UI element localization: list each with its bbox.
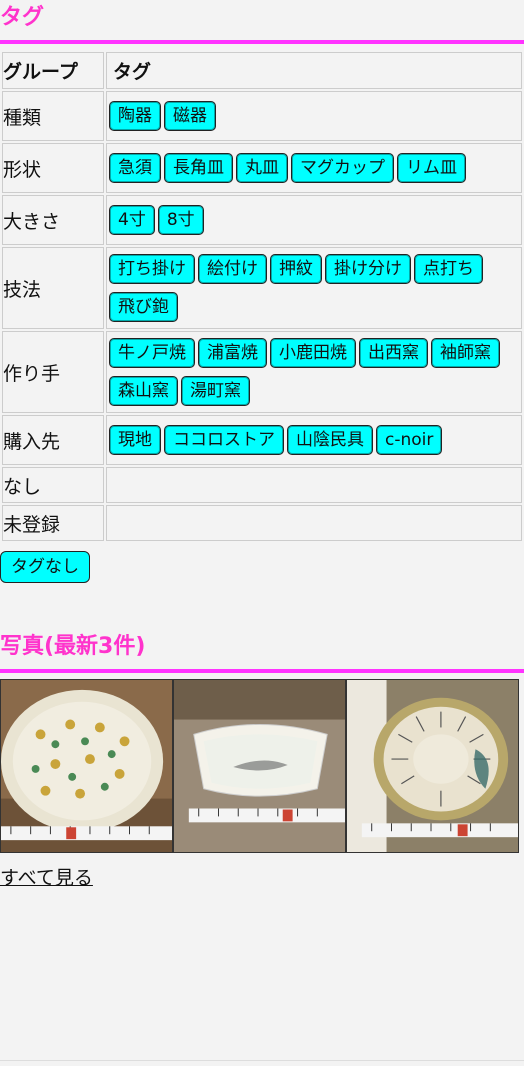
- rectangular-dish-image: [174, 680, 345, 852]
- tag-group-name: 形状: [2, 143, 104, 193]
- photo-grid: [0, 679, 524, 853]
- tag-chip[interactable]: 陶器: [109, 101, 161, 131]
- tag-chip[interactable]: 打ち掛け: [109, 254, 195, 284]
- tag-group-row: 形状 急須 長角皿 丸皿 マグカップ リム皿: [2, 143, 522, 193]
- tag-list: [106, 505, 522, 541]
- tag-group-label: 購入先: [3, 430, 61, 453]
- tag-group-row: 大きさ 4寸 8寸: [2, 195, 522, 245]
- tag-chip[interactable]: 8寸: [157, 205, 204, 235]
- tag-table-header-row: グループ タグ: [2, 52, 522, 89]
- tag-group-name: 大きさ: [2, 195, 104, 245]
- tag-list: 打ち掛け 絵付け 押紋 掛け分け 点打ち飛び鉋: [106, 247, 522, 329]
- tag-chip[interactable]: 袖師窯: [431, 338, 500, 368]
- photos-section: 写真(最新3件) すべて見る: [0, 629, 524, 890]
- tag-chip[interactable]: リム皿: [397, 153, 466, 183]
- tag-chip[interactable]: 小鹿田焼: [270, 338, 356, 368]
- tag-chip[interactable]: 森山窯: [109, 376, 178, 406]
- tag-chip[interactable]: 押紋: [270, 254, 322, 284]
- tag-chip[interactable]: 牛ノ戸焼: [109, 338, 195, 368]
- tag-chip[interactable]: 4寸: [109, 205, 155, 235]
- tag-table: グループ タグ 種類 陶器 磁器 形状 急須 長角皿 丸皿 マグカップ リム皿 大きさ 4寸 8寸 技法…: [0, 50, 524, 543]
- tag-group-label: 形状: [3, 158, 42, 181]
- tag-group-row: 種類 陶器 磁器: [2, 91, 522, 141]
- tag-group-row: 作り手 牛ノ戸焼 浦富焼 小鹿田焼 出西窯 袖師窯森山窯 湯町窯: [2, 331, 522, 413]
- tag-group-name: 購入先: [2, 415, 104, 465]
- tag-group-name: なし: [2, 467, 104, 503]
- tag-list: 牛ノ戸焼 浦富焼 小鹿田焼 出西窯 袖師窯森山窯 湯町窯: [106, 331, 522, 413]
- tag-list: 急須 長角皿 丸皿 マグカップ リム皿: [106, 143, 522, 193]
- photo-thumbnail-3[interactable]: [346, 679, 519, 853]
- tag-chip[interactable]: 点打ち: [414, 254, 483, 284]
- tag-group-row: 未登録: [2, 505, 522, 541]
- dotted-bowl-image: [1, 680, 172, 852]
- photo-thumbnail-1[interactable]: [0, 679, 173, 853]
- tag-group-label: 技法: [3, 278, 42, 301]
- tag-list: 4寸 8寸: [106, 195, 522, 245]
- tags-section-title: タグ: [0, 0, 524, 44]
- tag-group-row: 購入先 現地 ココロストア 山陰民具 c-noir: [2, 415, 522, 465]
- tag-group-name: 種類: [2, 91, 104, 141]
- tag-chip[interactable]: c-noir: [376, 425, 443, 455]
- tag-list: 陶器 磁器: [106, 91, 522, 141]
- photo-thumbnail-2[interactable]: [173, 679, 346, 853]
- no-tag-button[interactable]: タグなし: [0, 551, 90, 583]
- tags-section: タグ グループ タグ 種類 陶器 磁器形状 急須 長角皿 丸皿 マグカップ リム皿大きさ 4寸 8…: [0, 0, 524, 583]
- tag-chip[interactable]: 飛び鉋: [109, 292, 178, 322]
- tag-group-label: 未登録: [3, 513, 61, 536]
- tag-group-name: 未登録: [2, 505, 104, 541]
- tag-group-label: なし: [3, 475, 42, 498]
- group-column-header: グループ: [2, 52, 104, 89]
- tag-chip[interactable]: 磁器: [164, 101, 216, 131]
- striped-plate-image: [347, 680, 518, 852]
- tag-group-name: 作り手: [2, 331, 104, 413]
- tag-column-header: タグ: [106, 52, 522, 89]
- tag-list: 現地 ココロストア 山陰民具 c-noir: [106, 415, 522, 465]
- tag-group-label: 大きさ: [3, 210, 61, 233]
- tag-chip[interactable]: 絵付け: [198, 254, 267, 284]
- tag-group-label: 作り手: [3, 362, 61, 385]
- tag-group-row: 技法 打ち掛け 絵付け 押紋 掛け分け 点打ち飛び鉋: [2, 247, 522, 329]
- tag-chip[interactable]: ココロストア: [164, 425, 284, 455]
- see-all-photos-link[interactable]: すべて見る: [0, 863, 93, 890]
- tag-group-name: 技法: [2, 247, 104, 329]
- tag-chip[interactable]: 出西窯: [359, 338, 428, 368]
- tag-chip[interactable]: 丸皿: [236, 153, 288, 183]
- tag-chip[interactable]: マグカップ: [291, 153, 394, 183]
- tag-chip[interactable]: 山陰民具: [287, 425, 373, 455]
- footer-divider: [0, 1060, 524, 1061]
- tag-chip[interactable]: 湯町窯: [181, 376, 250, 406]
- tag-chip[interactable]: 掛け分け: [325, 254, 411, 284]
- tag-group-row: なし: [2, 467, 522, 503]
- tag-chip[interactable]: 現地: [109, 425, 161, 455]
- tag-chip[interactable]: 浦富焼: [198, 338, 267, 368]
- photos-section-title: 写真(最新3件): [0, 629, 524, 673]
- tag-chip[interactable]: 急須: [109, 153, 161, 183]
- tag-chip[interactable]: 長角皿: [164, 153, 233, 183]
- tag-group-label: 種類: [3, 106, 42, 129]
- tag-list: [106, 467, 522, 503]
- tag-table-body: 種類 陶器 磁器形状 急須 長角皿 丸皿 マグカップ リム皿大きさ 4寸 8寸技法 打ち掛け 絵付け押…: [2, 91, 522, 541]
